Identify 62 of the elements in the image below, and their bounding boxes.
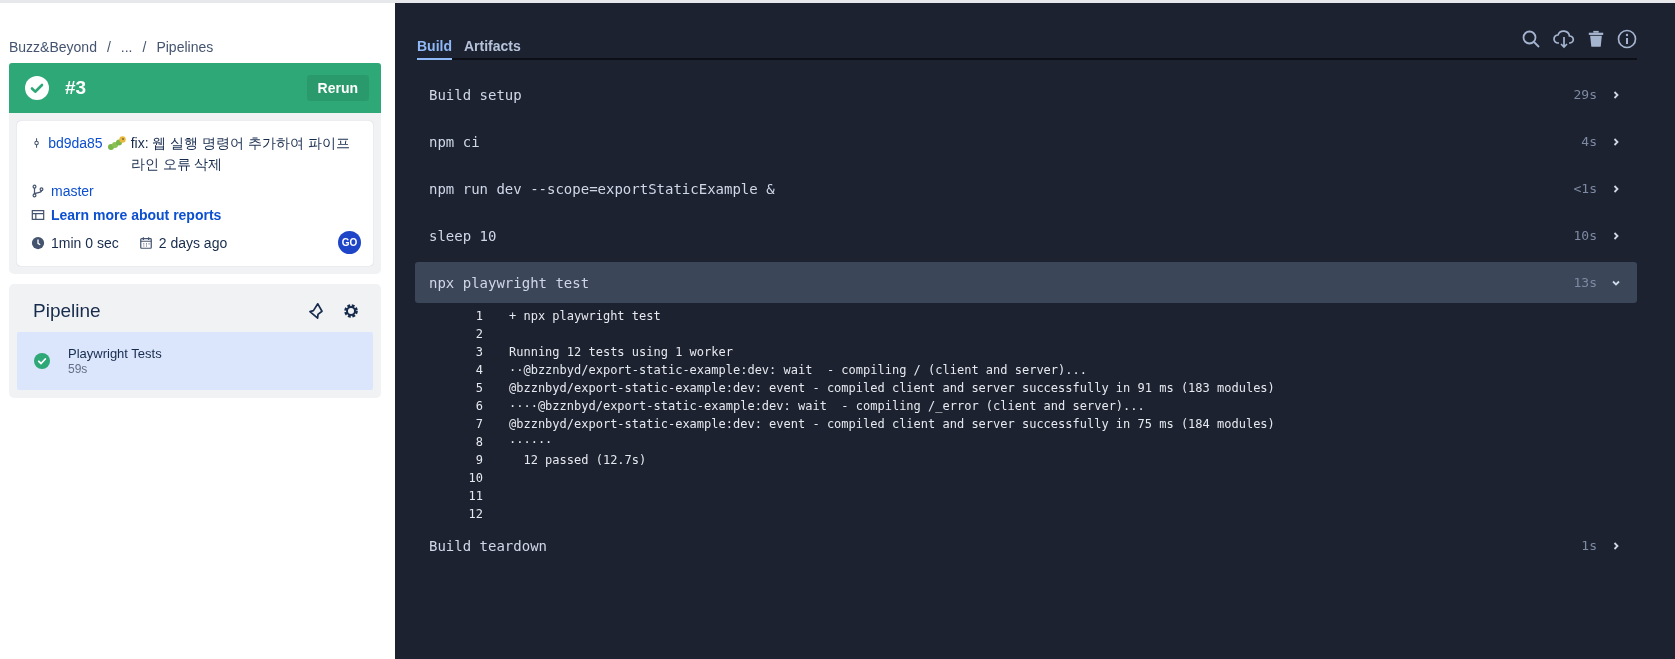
tab[interactable]: Artifacts bbox=[464, 6, 521, 60]
breadcrumb-separator: / bbox=[142, 39, 147, 55]
commit-message: fix: 웹 실행 명령어 추가하여 파이프라인 오류 삭제 bbox=[130, 134, 351, 174]
user-avatar[interactable]: GO bbox=[338, 231, 361, 254]
line-number: 1 bbox=[474, 309, 483, 323]
reports-link[interactable]: Learn more about reports bbox=[51, 207, 222, 223]
log-line: Running 12 tests using 1 worker bbox=[509, 345, 733, 359]
tab[interactable]: Build bbox=[417, 6, 452, 60]
build-step-row[interactable]: Build teardown 1s bbox=[415, 525, 1637, 566]
chevron-right-icon bbox=[1611, 540, 1621, 551]
chevron-right-icon bbox=[1611, 230, 1621, 241]
log-line: 12 passed (12.7s) bbox=[522, 453, 647, 467]
report-icon bbox=[31, 208, 45, 222]
log-line: ····@bzznbyd/export-static-example:dev: wait - compiling /_error (client and server)... bbox=[509, 399, 1145, 413]
log-line: ··@bzznbyd/export-static-example:dev: wait - compiling / (client and server)... bbox=[509, 363, 1087, 377]
chevron-right-icon bbox=[1611, 136, 1621, 147]
line-number: 2 bbox=[474, 327, 483, 341]
line-number: 3 bbox=[474, 345, 483, 359]
step-duration: 59s bbox=[68, 362, 89, 376]
line-number: 9 bbox=[474, 453, 483, 467]
commit-hash-link[interactable]: bd9da85 bbox=[48, 133, 103, 154]
date-text: 2 days ago bbox=[158, 234, 228, 251]
line-number: 5 bbox=[474, 381, 483, 395]
build-step-row[interactable]: npm run dev --scope=exportStaticExample & <1s bbox=[415, 168, 1637, 209]
pipeline-step[interactable]: Playwright Tests 59s bbox=[17, 332, 373, 390]
run-number: #3 bbox=[65, 77, 88, 99]
check-circle-icon bbox=[25, 76, 49, 100]
build-step-row[interactable]: npx playwright test 13s bbox=[415, 262, 1637, 303]
line-number: 4 bbox=[474, 363, 483, 377]
clock-icon bbox=[31, 235, 45, 250]
chevron-right-icon bbox=[1611, 183, 1621, 194]
duration-text: 1min 0 sec bbox=[51, 234, 119, 251]
line-number: 11 bbox=[467, 489, 483, 503]
line-number: 6 bbox=[474, 399, 483, 413]
caterpillar-icon bbox=[106, 135, 127, 151]
build-step-row[interactable]: Build setup 29s bbox=[415, 74, 1637, 115]
pipeline-title: Pipeline bbox=[33, 300, 102, 322]
trash-icon[interactable] bbox=[1587, 28, 1605, 49]
step-name: Playwright Tests bbox=[68, 346, 162, 361]
log-line: @bzznbyd/export-static-example:dev: event - compiled client and server successfully in 91 ms (183 modules) bbox=[509, 381, 1275, 395]
info-icon[interactable] bbox=[1617, 28, 1637, 49]
calendar-icon bbox=[138, 235, 153, 250]
log-line: + npx playwright test bbox=[509, 309, 661, 323]
rerun-button[interactable]: Rerun bbox=[306, 75, 369, 101]
search-icon[interactable] bbox=[1521, 28, 1541, 49]
line-number: 8 bbox=[474, 435, 483, 449]
breadcrumb-separator: / bbox=[106, 39, 111, 55]
log-line: @bzznbyd/export-static-example:dev: event - compiled client and server successfully in 75 ms (184 modules) bbox=[509, 417, 1275, 431]
line-number: 10 bbox=[467, 471, 483, 485]
line-number: 7 bbox=[474, 417, 483, 431]
build-step-row[interactable]: sleep 10 10s bbox=[415, 215, 1637, 256]
breadcrumb-link[interactable]: ... bbox=[120, 39, 133, 55]
chevron-right-icon bbox=[1611, 89, 1621, 100]
build-step-row[interactable]: npm ci 4s bbox=[415, 121, 1637, 162]
line-number: 12 bbox=[467, 507, 483, 521]
branch-link[interactable]: master bbox=[51, 183, 94, 199]
settings-icon[interactable] bbox=[341, 301, 361, 321]
branch-icon bbox=[31, 184, 45, 198]
log-line: ······ bbox=[509, 435, 553, 449]
breadcrumb-link[interactable]: Pipelines bbox=[156, 39, 214, 55]
cloud-download-icon[interactable] bbox=[1553, 28, 1575, 49]
breadcrumb-link[interactable]: Buzz&Beyond bbox=[9, 39, 97, 55]
